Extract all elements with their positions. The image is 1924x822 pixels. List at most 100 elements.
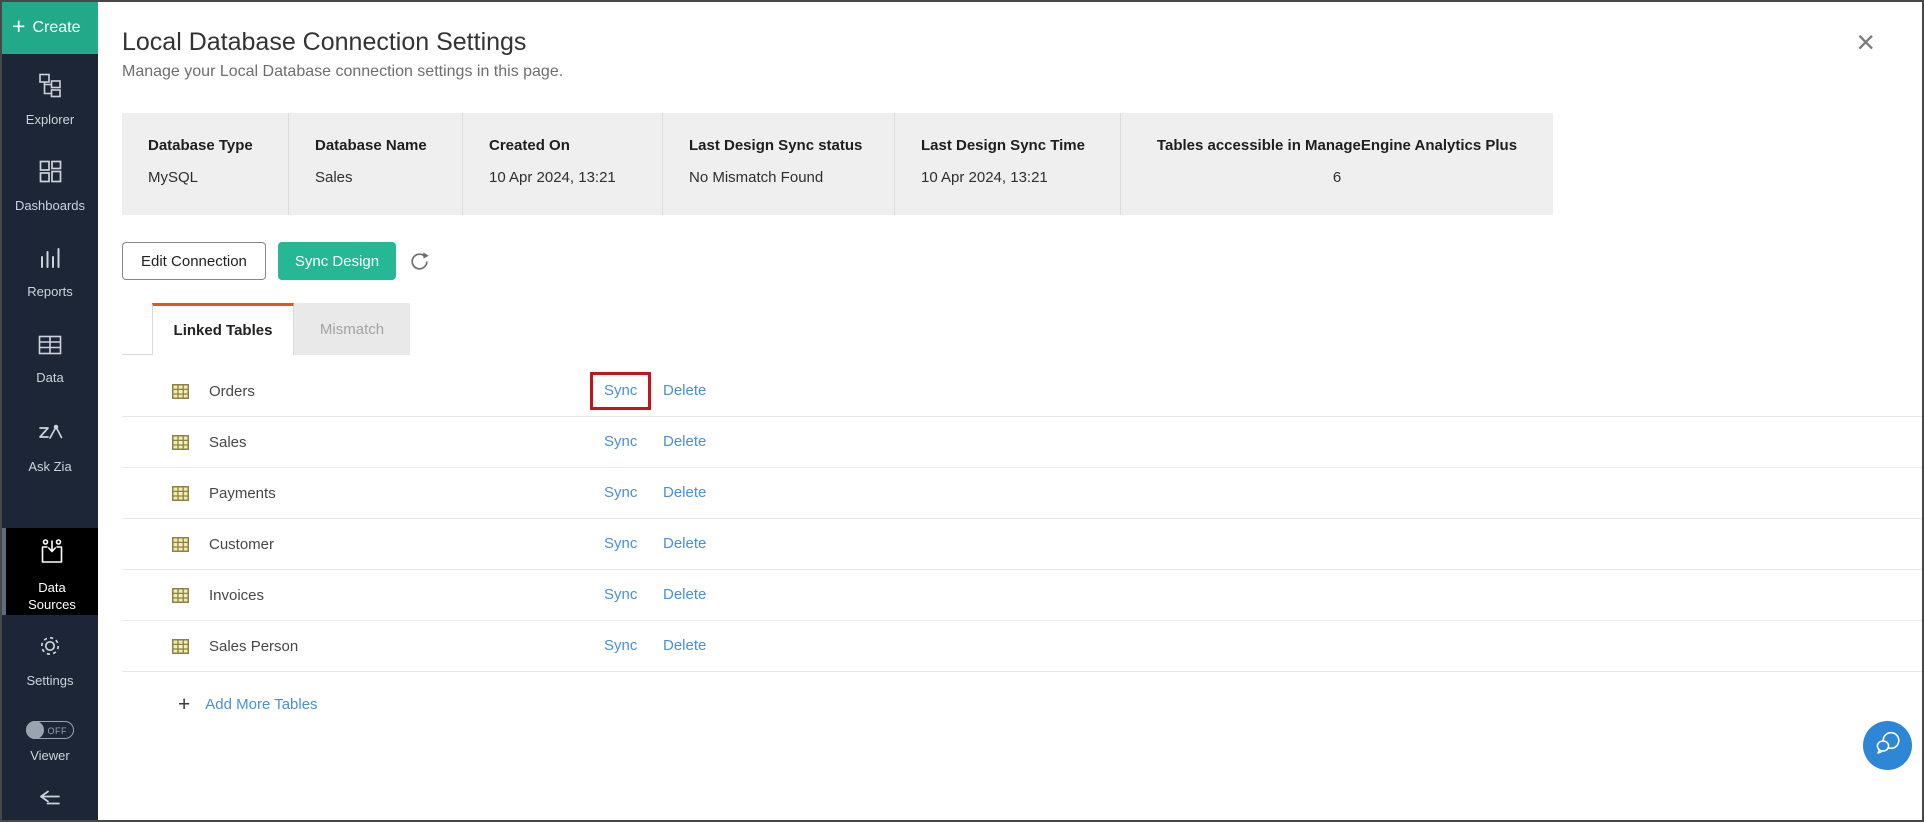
sidebar-item-label: Dashboards: [14, 198, 86, 214]
sidebar-item-explorer[interactable]: Explorer: [2, 72, 98, 141]
create-label: Create: [32, 18, 81, 36]
summary-database-name: Database Name Sales: [289, 113, 463, 215]
summary-created-on: Created On 10 Apr 2024, 13:21: [463, 113, 663, 215]
db-table-icon: [172, 434, 189, 450]
zia-icon: [35, 421, 65, 450]
sidebar-item-label: Settings: [26, 673, 74, 689]
delete-link[interactable]: Delete: [663, 433, 706, 450]
tab-linked-tables[interactable]: Linked Tables: [152, 303, 294, 355]
summary-value: 6: [1332, 169, 1342, 186]
summary-sync-time: Last Design Sync Time 10 Apr 2024, 13:21: [895, 113, 1121, 215]
connection-summary-bar: Database Type MySQL Database Name Sales …: [122, 113, 1553, 215]
sync-link[interactable]: Sync: [604, 535, 637, 552]
sidebar-item-label: Data: [36, 369, 64, 385]
tab-baseline: [122, 354, 152, 355]
sidebar-item-label: Data Sources: [28, 579, 76, 613]
viewer-off-toggle[interactable]: OFF: [26, 720, 74, 739]
summary-value: Sales: [315, 169, 353, 186]
page-subtitle: Manage your Local Database connection se…: [122, 63, 564, 80]
data-sources-icon: [38, 538, 66, 571]
table-row: Customer Sync Delete: [122, 519, 1922, 570]
gear-icon: [37, 633, 63, 664]
sync-design-button[interactable]: Sync Design: [277, 242, 397, 280]
collapse-arrow-icon: [38, 790, 62, 812]
bar-chart-icon: [38, 246, 62, 275]
linked-tables-list: Orders Sync Delete Sales Sync Delete Pay…: [122, 366, 1922, 672]
main-panel: Local Database Connection Settings Manag…: [98, 2, 1922, 820]
summary-label: Database Name: [315, 137, 427, 154]
table-name: Sales: [209, 433, 247, 451]
sync-link[interactable]: Sync: [604, 484, 637, 501]
close-icon[interactable]: ×: [1856, 26, 1875, 58]
sidebar-item-settings[interactable]: Settings: [2, 633, 98, 702]
delete-link[interactable]: Delete: [663, 382, 706, 399]
add-more-tables-link[interactable]: Add More Tables: [205, 696, 317, 713]
summary-database-type: Database Type MySQL: [122, 113, 289, 215]
table-row: Sales Sync Delete: [122, 417, 1922, 468]
sidebar-item-data-sources[interactable]: Data Sources: [2, 527, 98, 616]
summary-sync-status: Last Design Sync status No Mismatch Foun…: [663, 113, 895, 215]
create-button[interactable]: + Create: [2, 2, 98, 54]
toggle-knob: [26, 720, 44, 739]
db-table-icon: [172, 383, 189, 399]
table-row: Orders Sync Delete: [122, 366, 1922, 417]
summary-value: MySQL: [148, 169, 199, 186]
sync-link[interactable]: Sync: [604, 586, 637, 603]
sidebar-item-label: Reports: [27, 284, 73, 300]
summary-label: Tables accessible in ManageEngine Analyt…: [1156, 137, 1518, 154]
tab-mismatch[interactable]: Mismatch: [294, 303, 410, 355]
summary-tables-accessible: Tables accessible in ManageEngine Analyt…: [1121, 113, 1553, 215]
db-table-icon: [172, 536, 189, 552]
delete-link[interactable]: Delete: [663, 484, 706, 501]
delete-link[interactable]: Delete: [663, 535, 706, 552]
chat-bubbles-icon: [1874, 730, 1902, 761]
actions-row: Edit Connection Sync Design: [122, 242, 1922, 280]
sidebar-item-ask-zia[interactable]: Ask Zia: [2, 421, 98, 490]
chat-fab-button[interactable]: [1863, 721, 1912, 770]
db-table-icon: [172, 485, 189, 501]
add-more-tables[interactable]: + Add More Tables: [178, 692, 1922, 716]
table-row: Payments Sync Delete: [122, 468, 1922, 519]
plus-icon: +: [12, 13, 26, 40]
table-icon: [37, 334, 63, 361]
delete-link[interactable]: Delete: [663, 586, 706, 603]
edit-connection-button[interactable]: Edit Connection: [122, 242, 266, 280]
table-row: Sales Person Sync Delete: [122, 621, 1922, 672]
tab-strip: Linked Tables Mismatch: [122, 303, 1922, 355]
sidebar: + Create Explorer Dashboards Reports Dat…: [2, 2, 98, 820]
summary-label: Created On: [489, 137, 570, 154]
table-name: Orders: [209, 382, 255, 400]
refresh-icon[interactable]: [409, 251, 430, 272]
db-table-icon: [172, 638, 189, 654]
summary-value: 10 Apr 2024, 13:21: [921, 169, 1048, 186]
sync-link[interactable]: Sync: [604, 637, 637, 654]
sidebar-item-label: Explorer: [25, 111, 75, 127]
toggle-state-label: OFF: [47, 725, 67, 736]
sidebar-item-label: Viewer: [30, 747, 70, 763]
page-title: Local Database Connection Settings: [122, 28, 527, 56]
explorer-icon: [37, 72, 63, 103]
table-name: Payments: [209, 484, 276, 502]
sidebar-item-reports[interactable]: Reports: [2, 246, 98, 315]
dashboards-icon: [38, 159, 63, 189]
collapse-sidebar-button[interactable]: [2, 790, 98, 812]
app-window: + Create Explorer Dashboards Reports Dat…: [0, 0, 1924, 822]
sidebar-item-viewer: OFF Viewer: [2, 720, 98, 790]
table-name: Invoices: [209, 586, 265, 604]
sync-link[interactable]: Sync: [604, 433, 637, 450]
sync-link[interactable]: Sync: [604, 382, 637, 399]
db-table-icon: [172, 587, 189, 603]
summary-label: Database Type: [148, 137, 253, 154]
sidebar-item-data[interactable]: Data: [2, 334, 98, 403]
summary-value: 10 Apr 2024, 13:21: [489, 169, 616, 186]
table-row: Invoices Sync Delete: [122, 570, 1922, 621]
summary-label: Last Design Sync status: [689, 137, 863, 154]
sidebar-item-dashboards[interactable]: Dashboards: [2, 159, 98, 228]
table-name: Customer: [209, 535, 275, 553]
summary-label: Last Design Sync Time: [921, 137, 1085, 154]
summary-value: No Mismatch Found: [689, 169, 824, 186]
sidebar-item-label: Ask Zia: [28, 459, 72, 475]
table-name: Sales Person: [209, 637, 299, 655]
plus-icon: +: [178, 692, 191, 716]
delete-link[interactable]: Delete: [663, 637, 706, 654]
